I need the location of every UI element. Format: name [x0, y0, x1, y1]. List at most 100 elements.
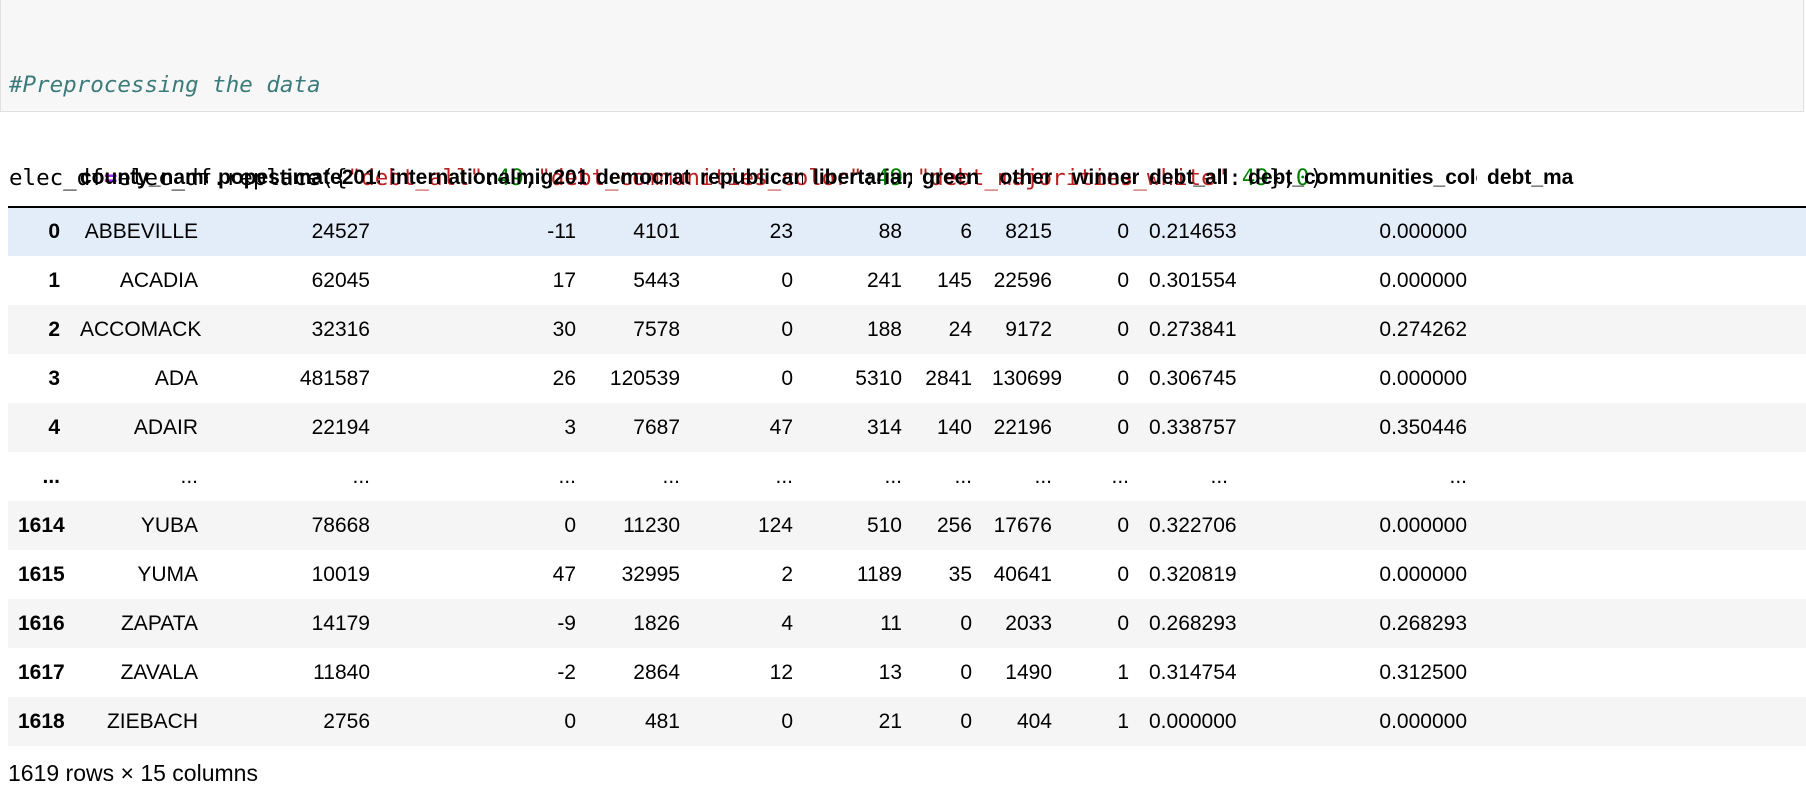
table-cell: ZAVALA — [120, 660, 198, 684]
table-cell: ACCOMACK — [80, 317, 202, 341]
column-header: popestimate2019 — [208, 150, 380, 208]
table-cell: 35 — [948, 562, 972, 586]
table-cell: ACADIA — [119, 268, 198, 292]
table-cell: 0 — [1117, 513, 1129, 537]
table-row: 2 ACCOMACK 32316 30 7578 0 188 24 9172 0 0.273841 0… — [8, 305, 1806, 354]
table-cell: 188 — [866, 317, 902, 341]
table-cell: 22196 — [993, 415, 1052, 439]
table-row: 4 ADAIR 22194 3 7687 47 314 140 22196 0 0.338757 0.… — [8, 403, 1806, 452]
table-cell: 5310 — [855, 366, 902, 390]
row-index: 1615 — [18, 562, 65, 586]
table-cell: ... — [775, 464, 793, 488]
row-index: 1616 — [18, 611, 65, 635]
table-cell: ZIEBACH — [106, 709, 198, 733]
table-cell: 0.314754 — [1149, 660, 1237, 684]
row-index: 1614 — [18, 513, 65, 537]
table-cell: 0 — [1117, 611, 1129, 635]
table-row: 1616 ZAPATA 14179 -9 1826 4 11 0 2033 0 0.268293 0.… — [8, 599, 1806, 648]
table-cell: 26 — [552, 366, 576, 390]
table-cell: 0 — [1117, 220, 1129, 243]
table-cell: 241 — [866, 268, 902, 292]
table-cell: 6 — [960, 220, 972, 243]
table-cell — [1477, 599, 1806, 648]
table-cell — [1477, 452, 1806, 501]
table-cell: 30 — [552, 317, 576, 341]
column-header: debt_all — [1139, 150, 1238, 208]
row-index: 4 — [48, 415, 60, 439]
table-row: 1617 ZAVALA 11840 -2 2864 12 13 0 1490 1 0.314754 0… — [8, 648, 1806, 697]
table-cell: 0 — [564, 709, 576, 733]
table-cell: 0.274262 — [1379, 317, 1467, 341]
table-cell: 1 — [1117, 709, 1129, 733]
row-index: 0 — [48, 220, 60, 243]
table-cell: 0 — [960, 709, 972, 733]
table-cell: 0.350446 — [1379, 415, 1467, 439]
table-cell: 62045 — [311, 268, 370, 292]
table-cell — [1477, 354, 1806, 403]
table-cell: 2756 — [323, 709, 370, 733]
table-cell — [1477, 501, 1806, 550]
table-cell: 17 — [552, 268, 576, 292]
table-cell: 7578 — [633, 317, 680, 341]
table-cell: 120539 — [609, 366, 680, 390]
table-cell: ... — [180, 464, 198, 488]
table-cell: ... — [1449, 464, 1467, 488]
table-cell: ... — [1111, 464, 1129, 488]
table-row-ellipsis: .................................... — [8, 452, 1806, 501]
table-cell: ... — [558, 464, 576, 488]
table-cell: 0.000000 — [1379, 220, 1467, 243]
table-cell: 0 — [1117, 366, 1129, 390]
table-cell: 1826 — [633, 611, 680, 635]
column-header: republican — [690, 150, 803, 208]
table-cell: 0 — [564, 513, 576, 537]
column-header: internationalmig2019 — [380, 150, 586, 208]
column-header-index — [8, 150, 70, 208]
table-cell — [1477, 648, 1806, 697]
table-cell — [1477, 256, 1806, 305]
table-cell: ... — [662, 464, 680, 488]
table-cell: 12 — [769, 660, 793, 684]
table-cell: 0 — [1117, 317, 1129, 341]
table-cell: 2 — [781, 562, 793, 586]
table-cell — [1477, 305, 1806, 354]
table-row: 0 ABBEVILLE 24527 -11 4101 23 88 6 8215 0 0.214653… — [8, 207, 1806, 256]
table-cell: 0.268293 — [1379, 611, 1467, 635]
table-cell: 140 — [936, 415, 972, 439]
table-cell: 3 — [564, 415, 576, 439]
table-cell: ABBEVILLE — [84, 220, 198, 243]
table-cell: 78668 — [311, 513, 370, 537]
table-cell: 0 — [781, 709, 793, 733]
table-cell: 17676 — [993, 513, 1052, 537]
column-header: county_name — [70, 150, 208, 208]
row-index: ... — [42, 464, 60, 488]
table-cell: 510 — [866, 513, 902, 537]
table-cell: 124 — [757, 513, 793, 537]
table-cell: 404 — [1016, 709, 1052, 733]
table-cell: 2864 — [633, 660, 680, 684]
table-cell: 23 — [769, 220, 793, 243]
column-header: other — [982, 150, 1062, 208]
table-cell: 9172 — [1005, 317, 1052, 341]
row-index: 3 — [48, 366, 60, 390]
table-cell: 7687 — [633, 415, 680, 439]
table-cell: 11840 — [313, 660, 370, 684]
table-cell: 10019 — [311, 562, 370, 586]
table-cell: 0.268293 — [1149, 611, 1237, 635]
table-cell: 314 — [866, 415, 902, 439]
table-cell: 0.000000 — [1379, 709, 1467, 733]
table-row: 1614 YUBA 78668 0 11230 124 510 256 17676 0 0.3227… — [8, 501, 1806, 550]
table-cell: 5443 — [633, 268, 680, 292]
row-index: 2 — [48, 317, 60, 341]
table-cell: ZAPATA — [120, 611, 198, 635]
table-cell: 0.338757 — [1149, 415, 1237, 439]
table-cell: 47 — [769, 415, 793, 439]
table-cell: 1189 — [856, 562, 902, 586]
dataframe-shape: 1619 rows × 15 columns — [8, 760, 258, 786]
table-cell: 0 — [781, 268, 793, 292]
table-cell: ... — [1034, 464, 1052, 488]
code-cell-input[interactable]: #Preprocessing the data elec_df=elec_df.… — [0, 0, 1804, 284]
table-cell: 145 — [936, 268, 972, 292]
table-cell: 0.301554 — [1149, 268, 1237, 292]
table-cell: 88 — [878, 220, 902, 243]
table-cell: ... — [1210, 464, 1228, 488]
